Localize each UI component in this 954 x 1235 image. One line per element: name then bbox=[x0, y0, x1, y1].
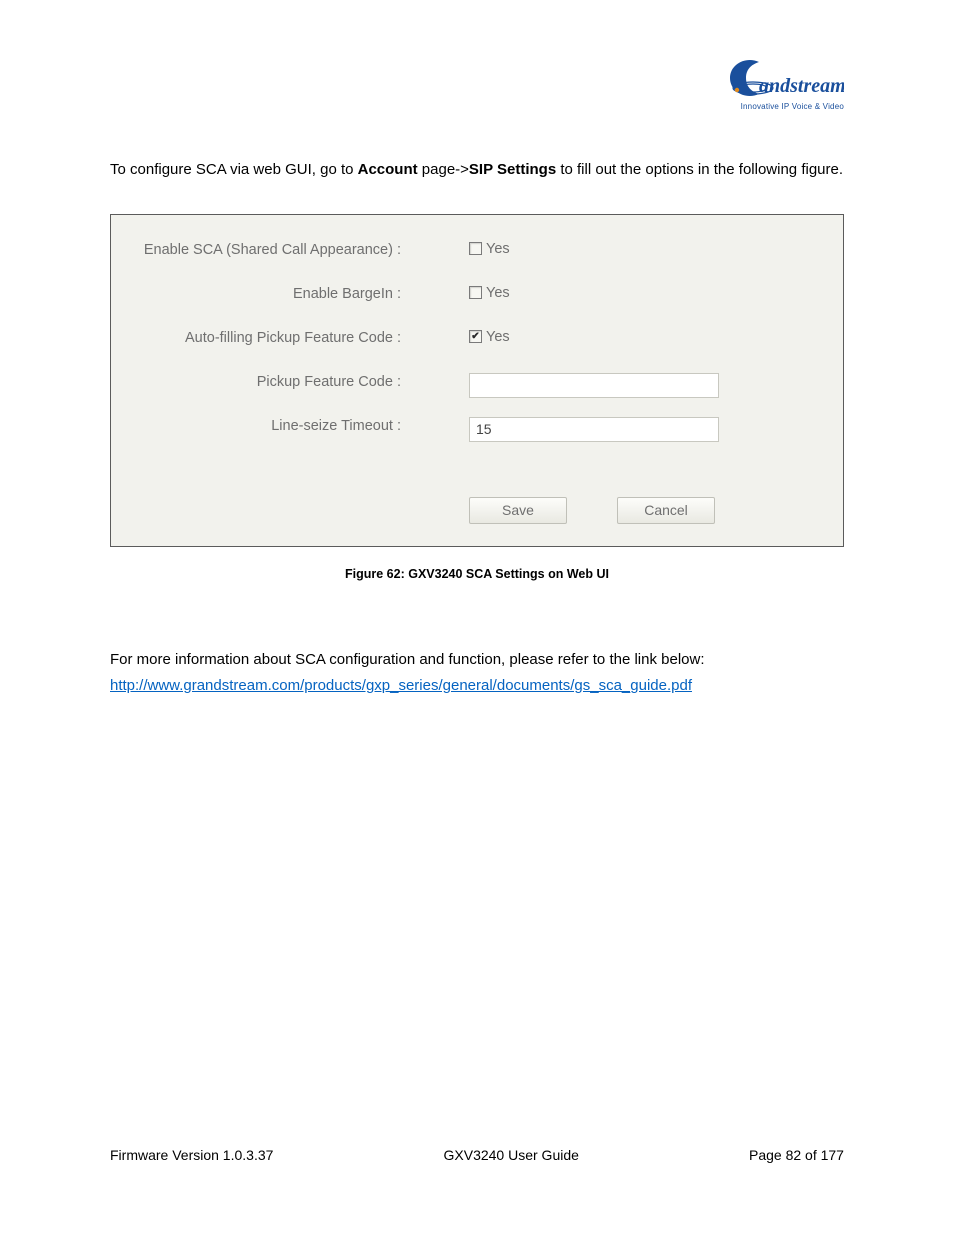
row-enable-bargein: Enable BargeIn : Yes bbox=[129, 285, 825, 311]
intro-paragraph: To configure SCA via web GUI, go to Acco… bbox=[110, 156, 844, 184]
label-pickup-code: Pickup Feature Code : bbox=[129, 373, 407, 393]
checkbox-autofill-pickup[interactable]: ✔ bbox=[469, 330, 482, 343]
settings-figure-box: Enable SCA (Shared Call Appearance) : Ye… bbox=[110, 214, 844, 547]
figure-caption: Figure 62: GXV3240 SCA Settings on Web U… bbox=[110, 567, 844, 581]
input-pickup-code[interactable] bbox=[469, 373, 719, 398]
row-pickup-code: Pickup Feature Code : bbox=[129, 373, 825, 399]
field-autofill-pickup: ✔ Yes bbox=[469, 329, 510, 345]
checkbox-text-enable-bargein: Yes bbox=[486, 285, 510, 301]
save-button[interactable]: Save bbox=[469, 497, 567, 524]
label-lineseize-timeout: Line-seize Timeout : bbox=[129, 417, 407, 437]
row-lineseize-timeout: Line-seize Timeout : bbox=[129, 417, 825, 443]
intro-bold-sip: SIP Settings bbox=[469, 161, 556, 178]
more-info-text: For more information about SCA configura… bbox=[110, 651, 705, 668]
label-enable-sca: Enable SCA (Shared Call Appearance) : bbox=[129, 241, 407, 261]
footer-firmware: Firmware Version 1.0.3.37 bbox=[110, 1147, 273, 1163]
page-footer: Firmware Version 1.0.3.37 GXV3240 User G… bbox=[110, 1147, 844, 1163]
field-enable-sca: Yes bbox=[469, 241, 510, 257]
intro-text-pre: To configure SCA via web GUI, go to bbox=[110, 161, 358, 178]
logo-tagline: Innovative IP Voice & Video bbox=[726, 102, 844, 111]
row-autofill-pickup: Auto-filling Pickup Feature Code : ✔ Yes bbox=[129, 329, 825, 355]
button-row: Save Cancel bbox=[469, 497, 825, 524]
checkmark-icon: ✔ bbox=[471, 332, 479, 342]
footer-page: Page 82 of 177 bbox=[749, 1147, 844, 1163]
intro-text-mid: page-> bbox=[418, 161, 469, 178]
field-pickup-code bbox=[469, 373, 719, 398]
footer-title: GXV3240 User Guide bbox=[444, 1147, 579, 1163]
input-lineseize-timeout[interactable] bbox=[469, 417, 719, 442]
field-lineseize-timeout bbox=[469, 417, 719, 442]
field-enable-bargein: Yes bbox=[469, 285, 510, 301]
sca-guide-link[interactable]: http://www.grandstream.com/products/gxp_… bbox=[110, 677, 692, 694]
intro-text-post: to fill out the options in the following… bbox=[556, 161, 843, 178]
brand-logo: andstream Innovative IP Voice & Video bbox=[726, 58, 844, 111]
checkbox-enable-bargein[interactable] bbox=[469, 286, 482, 299]
intro-bold-account: Account bbox=[358, 161, 418, 178]
label-autofill-pickup: Auto-filling Pickup Feature Code : bbox=[129, 329, 407, 349]
checkbox-enable-sca[interactable] bbox=[469, 242, 482, 255]
label-enable-bargein: Enable BargeIn : bbox=[129, 285, 407, 305]
checkbox-text-autofill-pickup: Yes bbox=[486, 329, 510, 345]
svg-text:andstream: andstream bbox=[759, 75, 844, 97]
grandstream-logo-icon: andstream bbox=[726, 58, 844, 104]
cancel-button[interactable]: Cancel bbox=[617, 497, 715, 524]
row-enable-sca: Enable SCA (Shared Call Appearance) : Ye… bbox=[129, 241, 825, 267]
document-page: andstream Innovative IP Voice & Video To… bbox=[0, 0, 954, 1235]
more-info-paragraph: For more information about SCA configura… bbox=[110, 647, 844, 700]
checkbox-text-enable-sca: Yes bbox=[486, 241, 510, 257]
